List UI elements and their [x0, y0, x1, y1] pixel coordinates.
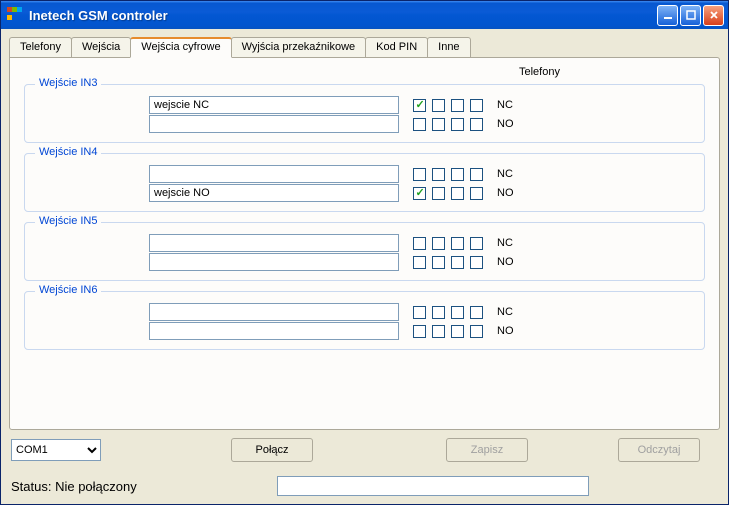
input-row: NC [39, 234, 690, 252]
phone-checkbox-3[interactable] [451, 237, 464, 250]
input-row: NO [39, 253, 690, 271]
connect-button[interactable]: Połącz [231, 438, 313, 462]
phone-checkbox-3[interactable] [451, 187, 464, 200]
app-window: Inetech GSM controler TelefonyWejściaWej… [0, 0, 729, 505]
phone-checkbox-4[interactable] [470, 99, 483, 112]
group-wej-cie-in6: Wejście IN6NCNO [24, 291, 705, 350]
group-legend: Wejście IN6 [35, 284, 101, 296]
phone-checkbox-1[interactable] [413, 118, 426, 131]
tab-strip: TelefonyWejściaWejścia cyfroweWyjścia pr… [9, 37, 720, 57]
phone-checkbox-2[interactable] [432, 187, 445, 200]
input-row: NO [39, 115, 690, 133]
phone-checkbox-1[interactable] [413, 99, 426, 112]
group-legend: Wejście IN3 [35, 77, 101, 89]
phone-checkbox-3[interactable] [451, 306, 464, 319]
phone-checkbox-1[interactable] [413, 256, 426, 269]
phone-checkbox-group [413, 256, 483, 269]
com-port-select[interactable]: COM1 [11, 439, 101, 461]
phone-checkbox-4[interactable] [470, 256, 483, 269]
tab-wej-cia[interactable]: Wejścia [71, 37, 131, 57]
message-input[interactable] [149, 322, 399, 340]
tab-wej-cia-cyfrowe[interactable]: Wejścia cyfrowe [130, 37, 231, 58]
group-legend: Wejście IN5 [35, 215, 101, 227]
message-input[interactable] [149, 96, 399, 114]
save-button[interactable]: Zapisz [446, 438, 528, 462]
message-input[interactable] [149, 184, 399, 202]
phone-checkbox-2[interactable] [432, 306, 445, 319]
phone-checkbox-4[interactable] [470, 187, 483, 200]
group-wej-cie-in3: Wejście IN3NCNO [24, 84, 705, 143]
input-row: NC [39, 303, 690, 321]
phone-checkbox-group [413, 187, 483, 200]
phone-checkbox-1[interactable] [413, 306, 426, 319]
phone-checkbox-1[interactable] [413, 187, 426, 200]
status-field [277, 476, 589, 496]
tab-kod-pin[interactable]: Kod PIN [365, 37, 428, 57]
group-wej-cie-in4: Wejście IN4NCNO [24, 153, 705, 212]
input-row: NC [39, 165, 690, 183]
phone-checkbox-group [413, 237, 483, 250]
read-button[interactable]: Odczytaj [618, 438, 700, 462]
phone-checkbox-group [413, 99, 483, 112]
columns-header: Telefony [374, 66, 705, 78]
row-state-label: NO [497, 187, 514, 199]
phone-checkbox-2[interactable] [432, 99, 445, 112]
message-input[interactable] [149, 303, 399, 321]
titlebar[interactable]: Inetech GSM controler [1, 1, 728, 29]
phone-checkbox-1[interactable] [413, 237, 426, 250]
group-wej-cie-in5: Wejście IN5NCNO [24, 222, 705, 281]
message-input[interactable] [149, 165, 399, 183]
maximize-button[interactable] [680, 5, 701, 26]
phone-checkbox-4[interactable] [470, 118, 483, 131]
phone-checkbox-3[interactable] [451, 325, 464, 338]
phone-checkbox-3[interactable] [451, 118, 464, 131]
status-bar: Status: Nie połączony [1, 470, 728, 504]
minimize-button[interactable] [657, 5, 678, 26]
phone-checkbox-3[interactable] [451, 256, 464, 269]
message-input[interactable] [149, 115, 399, 133]
tab-panel-digital-inputs: Telefony Wejście IN3 NC NO Wejście IN4 NC NO W… [9, 57, 720, 430]
row-state-label: NC [497, 306, 513, 318]
phone-checkbox-1[interactable] [413, 325, 426, 338]
row-state-label: NO [497, 256, 514, 268]
phone-checkbox-2[interactable] [432, 325, 445, 338]
row-state-label: NC [497, 99, 513, 111]
input-row: NC [39, 96, 690, 114]
phone-checkbox-2[interactable] [432, 237, 445, 250]
group-legend: Wejście IN4 [35, 146, 101, 158]
status-label: Status: Nie połączony [11, 479, 137, 494]
bottom-toolbar: COM1 Połącz Zapisz Odczytaj [9, 434, 720, 466]
phone-checkbox-group [413, 325, 483, 338]
row-state-label: NC [497, 237, 513, 249]
tab-inne[interactable]: Inne [427, 37, 470, 57]
phone-checkbox-group [413, 168, 483, 181]
window-title: Inetech GSM controler [29, 8, 657, 23]
phone-checkbox-2[interactable] [432, 256, 445, 269]
phone-checkbox-group [413, 118, 483, 131]
phone-checkbox-4[interactable] [470, 325, 483, 338]
phone-checkbox-2[interactable] [432, 118, 445, 131]
app-icon [7, 7, 23, 23]
input-row: NO [39, 322, 690, 340]
input-row: NO [39, 184, 690, 202]
message-input[interactable] [149, 253, 399, 271]
phone-checkbox-4[interactable] [470, 306, 483, 319]
phone-checkbox-4[interactable] [470, 237, 483, 250]
phone-checkbox-3[interactable] [451, 168, 464, 181]
phone-checkbox-3[interactable] [451, 99, 464, 112]
tab-wyj-cia-przeka-nikowe[interactable]: Wyjścia przekaźnikowe [231, 37, 367, 57]
row-state-label: NO [497, 118, 514, 130]
row-state-label: NC [497, 168, 513, 180]
row-state-label: NO [497, 325, 514, 337]
phone-checkbox-group [413, 306, 483, 319]
phone-checkbox-4[interactable] [470, 168, 483, 181]
close-button[interactable] [703, 5, 724, 26]
phone-checkbox-2[interactable] [432, 168, 445, 181]
phone-checkbox-1[interactable] [413, 168, 426, 181]
tab-telefony[interactable]: Telefony [9, 37, 72, 57]
message-input[interactable] [149, 234, 399, 252]
